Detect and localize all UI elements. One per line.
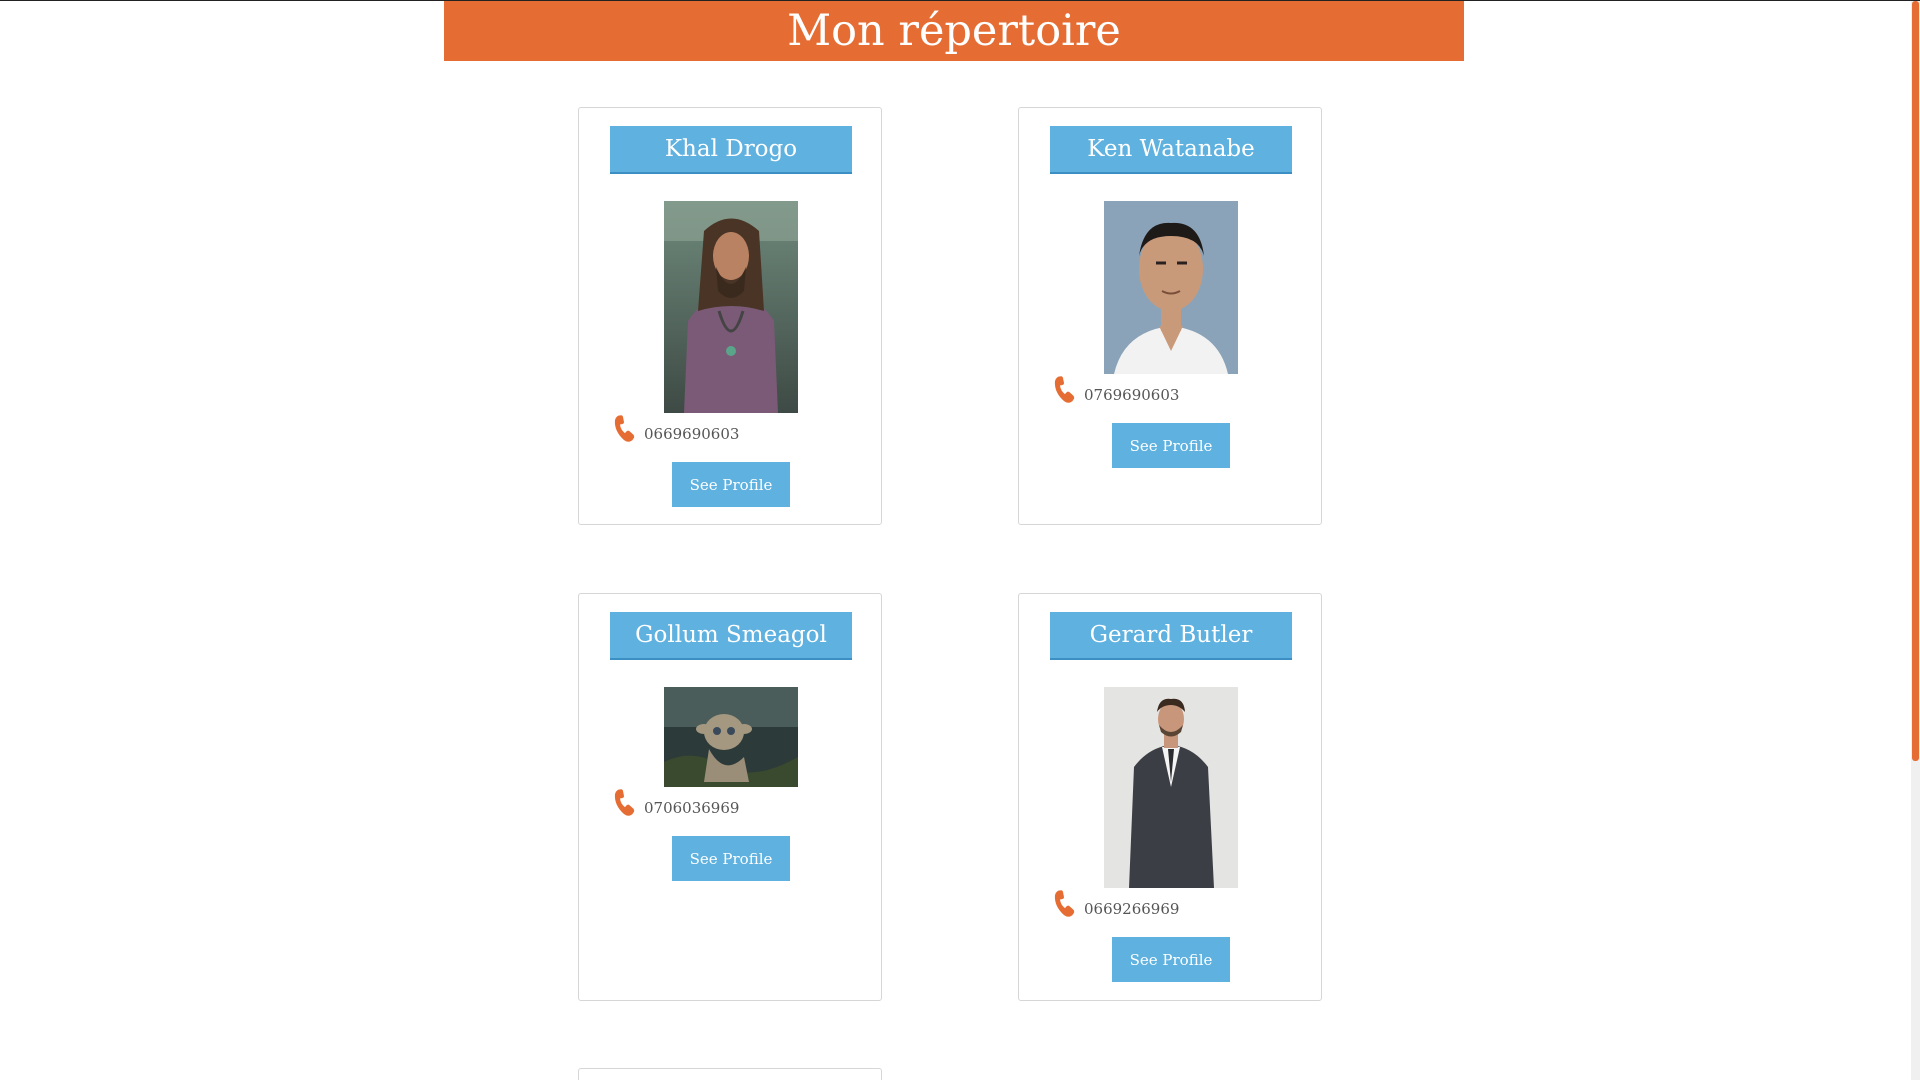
phone-row: 0706036969 [610,788,739,818]
phone-row: 0669690603 [610,414,739,444]
contact-card: Khal Drogo 0669690603 See Profile [578,107,882,525]
phone-icon [1050,889,1080,919]
phone-row: 0669266969 [1050,889,1179,919]
page-title: Mon répertoire [444,1,1464,61]
see-profile-button[interactable]: See Profile [672,462,790,507]
contact-photo [664,201,798,413]
phone-icon [1050,375,1080,405]
contact-photo [1104,201,1238,374]
contact-photo [664,687,798,787]
see-profile-button[interactable]: See Profile [672,836,790,881]
contact-name: Gerard Butler [1050,612,1292,660]
contact-photo [1104,687,1238,888]
phone-number: 0706036969 [644,799,740,817]
contact-card-partial [578,1068,882,1080]
phone-icon [610,788,640,818]
vertical-scrollbar[interactable] [1911,1,1920,1080]
phone-number: 0669690603 [644,425,740,443]
scrollbar-thumb[interactable] [1912,1,1919,761]
contact-card: Ken Watanabe 0769690603 See Profile [1018,107,1322,525]
see-profile-button[interactable]: See Profile [1112,423,1230,468]
phone-row: 0769690603 [1050,375,1179,405]
page: Mon répertoire Khal Drogo 0669690603 See… [0,0,1920,1080]
see-profile-button[interactable]: See Profile [1112,937,1230,982]
contact-name: Khal Drogo [610,126,852,174]
contact-name: Ken Watanabe [1050,126,1292,174]
phone-icon [610,414,640,444]
phone-number: 0669266969 [1084,900,1180,918]
contact-name: Gollum Smeagol [610,612,852,660]
contact-card: Gerard Butler 0669266969 See Profile [1018,593,1322,1001]
phone-number: 0769690603 [1084,386,1180,404]
contact-card: Gollum Smeagol 0706036969 See Profile [578,593,882,1001]
